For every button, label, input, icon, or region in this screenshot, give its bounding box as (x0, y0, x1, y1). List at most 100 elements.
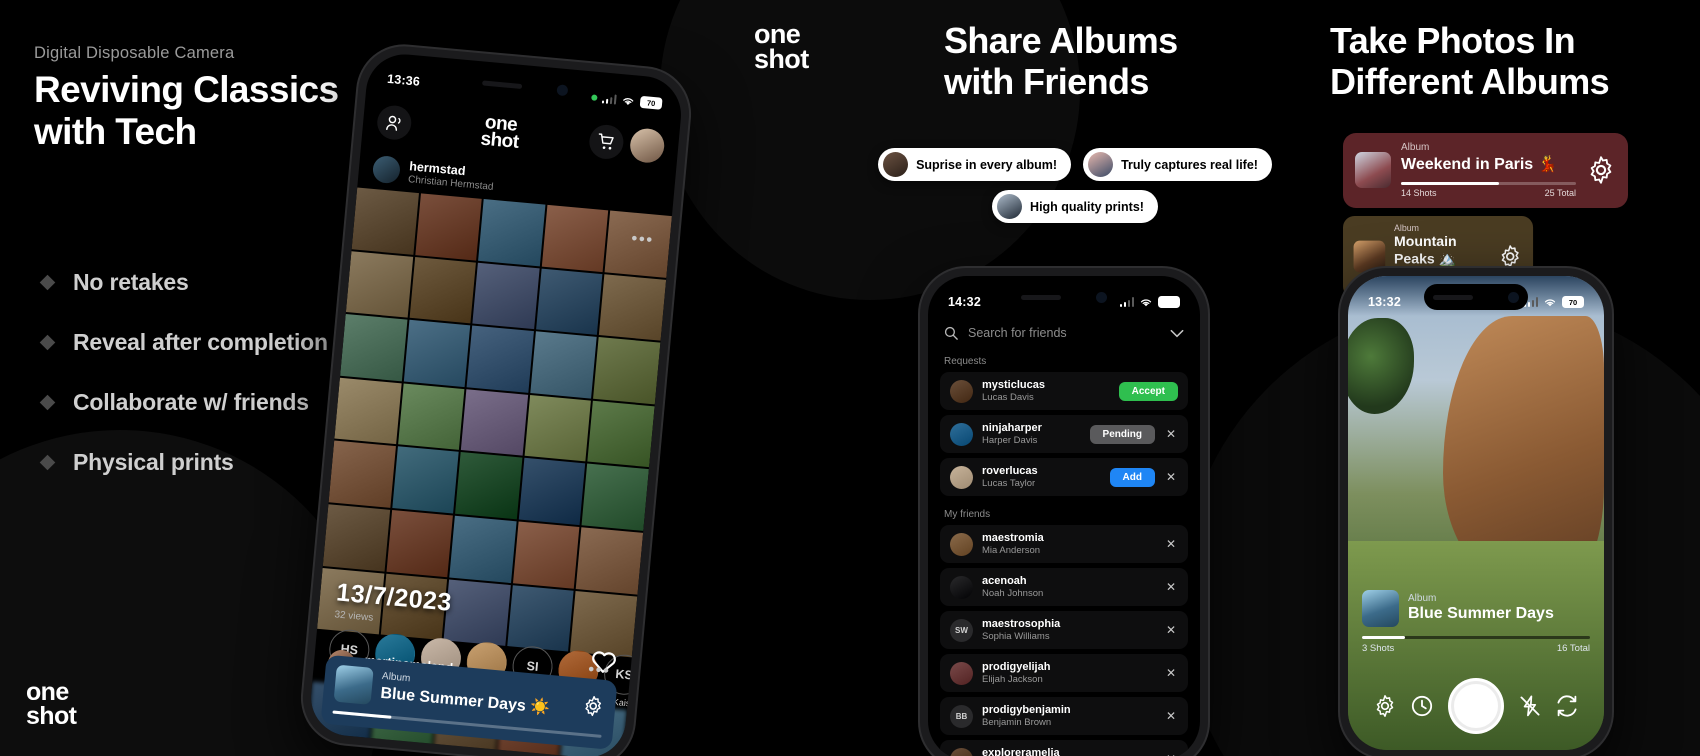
photo-thumbnail[interactable] (478, 199, 546, 266)
close-icon[interactable]: ✕ (1164, 752, 1178, 756)
photo-thumbnail[interactable] (466, 325, 534, 393)
pill-row: Suprise in every album! Truly captures r… (878, 148, 1272, 181)
cellular-signal-icon (1119, 297, 1134, 307)
friend-request-row[interactable]: mysticlucas Lucas Davis Accept (940, 372, 1188, 410)
photo-thumbnail[interactable] (391, 446, 459, 514)
wifi-icon (623, 97, 634, 105)
photo-thumbnail[interactable] (524, 394, 592, 462)
photo-thumbnail[interactable] (455, 452, 523, 520)
photo-thumbnail[interactable] (328, 440, 396, 508)
photo-thumbnail[interactable] (587, 400, 655, 468)
search-bar[interactable]: Search for friends (928, 316, 1200, 352)
phone-notch (1424, 284, 1528, 310)
camera-album-overlay[interactable]: Album Blue Summer Days 3 Shots 16 Total (1362, 589, 1590, 654)
friend-request-row[interactable]: roverlucas Lucas Taylor Add ✕ (940, 458, 1188, 496)
feature-item: Reveal after completion (39, 328, 342, 358)
photo-thumbnail[interactable] (599, 273, 667, 341)
testimonial-text: Suprise in every album! (916, 157, 1058, 172)
diamond-bullet-icon (39, 335, 56, 351)
phone-notch (1012, 284, 1116, 310)
photo-thumbnail[interactable] (414, 193, 482, 261)
close-icon[interactable]: ✕ (1164, 580, 1178, 594)
kicker-text: Digital Disposable Camera (34, 44, 235, 62)
friend-username: prodigybenjamin (982, 704, 1071, 716)
album-settings-button[interactable] (581, 694, 605, 718)
friend-meta: roverlucas Lucas Taylor (982, 465, 1101, 489)
album-card-paris[interactable]: Album Weekend in Paris 💃 14 Shots 25 Tot… (1343, 133, 1628, 208)
photo-thumbnail[interactable] (403, 319, 471, 387)
album-settings-button[interactable] (1498, 244, 1523, 269)
flip-camera-button[interactable] (1555, 694, 1579, 718)
friend-row[interactable]: acenoah Noah Johnson ✕ (940, 568, 1188, 606)
post-more-icon[interactable]: ••• (631, 229, 655, 250)
friend-action-button[interactable]: Add (1109, 467, 1155, 487)
photo-thumbnail[interactable] (472, 262, 540, 330)
friends-button[interactable] (375, 104, 413, 142)
diamond-bullet-icon (39, 275, 56, 291)
testimonial-text: Truly captures real life! (1121, 157, 1258, 172)
album-more-icon[interactable]: ••• (587, 659, 611, 680)
friend-row[interactable]: maestromia Mia Anderson ✕ (940, 525, 1188, 563)
photo-thumbnail[interactable] (518, 458, 586, 526)
friend-meta: mysticlucas Lucas Davis (982, 379, 1110, 403)
close-icon[interactable]: ✕ (1164, 427, 1178, 441)
photo-thumbnail[interactable] (581, 463, 649, 531)
friend-row[interactable]: explorerameliaAmelia Martin ✕ (940, 740, 1188, 756)
flash-toggle-button[interactable] (1518, 694, 1542, 718)
battery-indicator (1158, 296, 1180, 308)
close-icon[interactable]: ✕ (1164, 666, 1178, 680)
search-input[interactable]: Search for friends (968, 326, 1160, 340)
friend-row[interactable]: prodigyelijah Elijah Jackson ✕ (940, 654, 1188, 692)
photo-thumbnail[interactable] (364, 750, 432, 756)
album-kicker: Album (1401, 142, 1430, 153)
status-indicators: 70 (590, 92, 663, 110)
photo-thumbnail[interactable] (397, 383, 465, 451)
camera-timer-button[interactable] (1410, 694, 1434, 718)
photo-thumbnail[interactable] (351, 187, 419, 255)
close-icon[interactable]: ✕ (1164, 709, 1178, 723)
chevron-down-icon[interactable] (1170, 329, 1184, 338)
friend-action-button[interactable]: Accept (1118, 381, 1178, 401)
feed-header-actions (587, 123, 666, 165)
friend-username: maestromia (982, 532, 1044, 544)
photo-thumbnail[interactable] (409, 256, 477, 324)
album-settings-button[interactable] (1586, 155, 1616, 185)
shutter-button[interactable] (1447, 678, 1504, 734)
close-icon[interactable]: ✕ (1164, 537, 1178, 551)
speaker-icon (482, 79, 523, 89)
album-title: Mountain Peaks 🏔️ (1394, 234, 1457, 268)
photo-thumbnail[interactable] (334, 377, 402, 445)
friends-screen: 14:32 Search for friends Requests mystic… (928, 276, 1200, 756)
album-stats: 3 Shots 16 Total (1362, 643, 1590, 654)
friend-row[interactable]: BB prodigybenjamin Benjamin Brown ✕ (940, 697, 1188, 735)
friend-row[interactable]: SW maestrosophia Sophia Williams ✕ (940, 611, 1188, 649)
photo-thumbnail[interactable] (541, 204, 609, 272)
photo-thumbnail[interactable] (340, 314, 408, 382)
friend-request-row[interactable]: ninjaharper Harper Davis Pending ✕ (940, 415, 1188, 453)
close-icon[interactable]: ✕ (1164, 470, 1178, 484)
photo-thumbnail[interactable] (576, 527, 644, 595)
cart-button[interactable] (587, 123, 625, 161)
flash-off-icon (1520, 695, 1540, 717)
photo-thumbnail[interactable] (461, 389, 528, 457)
photo-thumbnail[interactable] (449, 515, 517, 583)
photo-thumbnail[interactable] (512, 521, 580, 589)
photo-thumbnail[interactable] (593, 337, 661, 405)
close-icon[interactable]: ✕ (1164, 623, 1178, 637)
photo-thumbnail[interactable] (322, 504, 390, 572)
friend-meta: acenoah Noah Johnson (982, 575, 1155, 599)
gear-icon (1376, 695, 1394, 717)
photo-thumbnail[interactable] (530, 331, 598, 399)
camera-screen: 13:32 70 Album Blue Summer Days 3 Shots … (1348, 276, 1604, 750)
cart-icon (598, 133, 614, 150)
photo-thumbnail[interactable] (535, 268, 603, 336)
photo-thumbnail[interactable] (386, 510, 454, 577)
friend-action-button[interactable]: Pending (1089, 424, 1155, 444)
wifi-icon (1140, 298, 1152, 306)
avatar (950, 422, 973, 446)
camera-settings-button[interactable] (1373, 694, 1397, 718)
profile-avatar[interactable] (628, 127, 666, 165)
photo-thumbnail[interactable] (345, 250, 413, 318)
gear-icon (1590, 156, 1612, 184)
friend-username: ninjaharper (982, 422, 1042, 434)
